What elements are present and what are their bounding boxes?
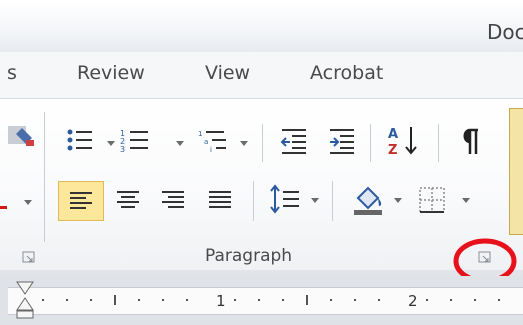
line-spacing-dropdown-icon[interactable]	[311, 198, 319, 203]
separator	[332, 181, 333, 221]
center-icon[interactable]	[115, 190, 141, 212]
separator	[370, 124, 371, 162]
bullets-dropdown-icon[interactable]	[107, 141, 115, 146]
chevron-down-icon[interactable]	[24, 200, 32, 205]
show-marks-icon[interactable]	[460, 128, 484, 156]
line-spacing-icon[interactable]	[270, 184, 302, 216]
window-title: Doc	[487, 20, 523, 44]
increase-indent-icon[interactable]	[328, 127, 358, 155]
svg-text:i: i	[210, 146, 212, 154]
shading-dropdown-icon[interactable]	[394, 198, 402, 203]
dialog-launcher-icon[interactable]	[22, 251, 36, 264]
paragraph-group-label: Paragraph	[205, 246, 293, 266]
align-left-button[interactable]	[58, 181, 104, 221]
ruler-number: 1	[216, 292, 226, 310]
ribbon-tabs: s Review View Acrobat	[0, 52, 523, 98]
svg-text:A: A	[388, 127, 398, 142]
numbering-dropdown-icon[interactable]	[176, 141, 184, 146]
align-left-icon	[70, 192, 92, 209]
tab-partial[interactable]: s	[7, 62, 17, 84]
decrease-indent-icon[interactable]	[280, 127, 310, 155]
tab-review[interactable]: Review	[77, 62, 145, 84]
svg-text:3: 3	[120, 145, 125, 154]
indent-marker-icon[interactable]	[14, 280, 38, 320]
svg-text:1: 1	[198, 130, 202, 138]
justify-icon[interactable]	[207, 190, 233, 212]
svg-text:a: a	[204, 138, 208, 146]
group-separator	[44, 112, 45, 242]
sort-icon[interactable]: A Z	[388, 125, 418, 157]
bullets-icon[interactable]	[66, 128, 94, 154]
svg-text:Z: Z	[388, 143, 397, 157]
align-right-icon[interactable]	[160, 190, 186, 212]
tab-acrobat[interactable]: Acrobat	[310, 62, 383, 84]
shading-icon[interactable]	[352, 184, 386, 216]
title-bar: Doc	[0, 0, 523, 52]
borders-dropdown-icon[interactable]	[462, 198, 470, 203]
adjacent-group-strip	[509, 108, 523, 235]
multilevel-list-icon[interactable]: 1 a i	[198, 128, 238, 156]
font-color-swatch-partial[interactable]	[0, 206, 7, 209]
tab-view[interactable]: View	[205, 62, 250, 84]
numbering-icon[interactable]: 1 2 3	[120, 128, 150, 154]
separator	[253, 181, 254, 221]
ruler-number: 2	[408, 292, 418, 310]
separator	[438, 124, 439, 162]
ruler-ticks	[42, 295, 500, 305]
multilevel-dropdown-icon[interactable]	[240, 141, 248, 146]
partial-font-icon[interactable]	[8, 122, 38, 150]
borders-icon[interactable]	[418, 186, 448, 214]
separator	[262, 124, 263, 162]
